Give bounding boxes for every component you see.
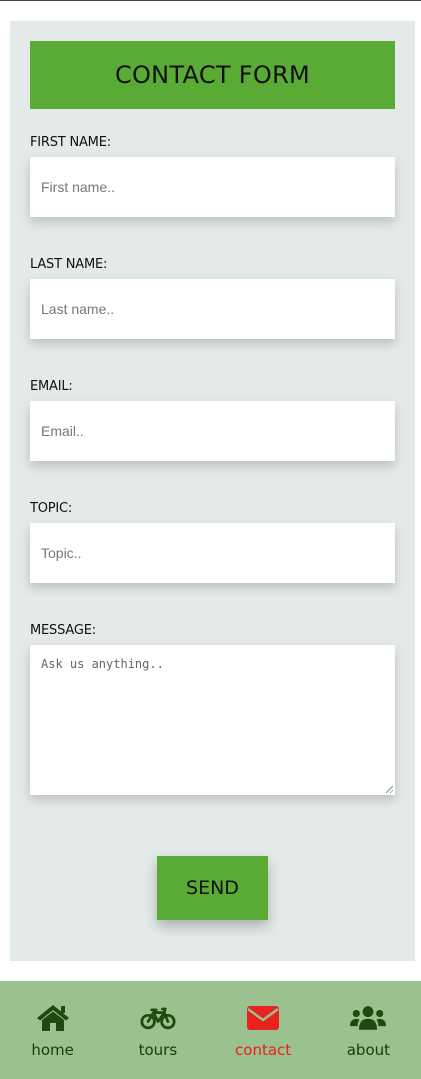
first-name-input[interactable]: First name..	[30, 157, 395, 217]
nav-label-tours: tours	[138, 1041, 178, 1059]
top-border	[0, 0, 421, 1]
topic-label: TOPIC:	[30, 501, 73, 516]
nav-item-home[interactable]: home	[0, 981, 105, 1079]
last-name-input[interactable]: Last name..	[30, 279, 395, 339]
nav-label-contact: contact	[235, 1041, 292, 1059]
nav-item-tours[interactable]: tours	[105, 981, 210, 1079]
home-icon	[36, 1005, 69, 1031]
nav-item-about[interactable]: about	[316, 981, 421, 1079]
message-textarea[interactable]: Ask us anything..	[30, 645, 395, 795]
users-icon	[350, 1006, 387, 1030]
bottom-nav: home tours contact about	[0, 981, 421, 1079]
nav-label-home: home	[31, 1041, 74, 1059]
form-title: CONTACT FORM	[30, 41, 395, 109]
topic-input[interactable]: Topic..	[30, 523, 395, 583]
first-name-label: FIRST NAME:	[30, 135, 111, 150]
nav-item-contact[interactable]: contact	[211, 981, 316, 1079]
email-label: EMAIL:	[30, 379, 73, 394]
email-input[interactable]: Email..	[30, 401, 395, 461]
resize-handle[interactable]	[386, 786, 393, 793]
send-button[interactable]: SEND	[157, 856, 268, 920]
nav-label-about: about	[346, 1041, 391, 1059]
contact-form: CONTACT FORM FIRST NAME: First name.. LA…	[10, 21, 415, 961]
bicycle-icon	[140, 1007, 176, 1030]
last-name-label: LAST NAME:	[30, 257, 108, 272]
message-label: MESSAGE:	[30, 623, 96, 638]
envelope-icon	[247, 1006, 280, 1030]
message-placeholder: Ask us anything..	[41, 657, 164, 671]
